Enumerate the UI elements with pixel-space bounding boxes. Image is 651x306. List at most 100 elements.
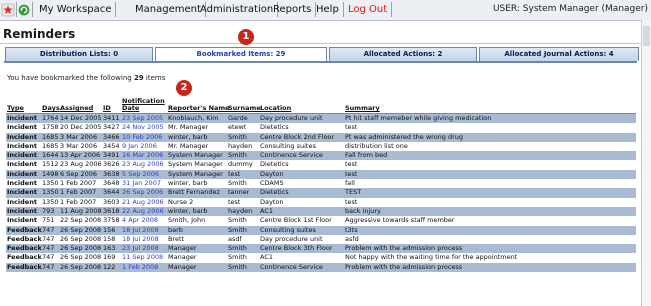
cell-days: 1512 <box>42 160 59 169</box>
table-row[interactable]: Feedback 747 26 Sep 2008 156 18 Jul 2008 barb… <box>6 225 636 235</box>
cell-notification-date[interactable]: 26 Sep 2006 <box>122 188 163 197</box>
cell-type: Feedback <box>7 244 42 253</box>
nav-my-workspace[interactable]: My Workspace <box>35 2 117 17</box>
cell-notification-date[interactable]: 4 Apr 2008 <box>122 216 158 225</box>
cell-id: 3411 <box>103 114 120 122</box>
cell-id: 156 <box>103 225 116 234</box>
table-row[interactable]: Feedback 747 26 Sep 2008 163 23 Jul 2008 Mana… <box>6 244 636 254</box>
cell-notification-date[interactable]: 9 Jan 2006 <box>122 142 157 151</box>
cell-notification-date[interactable]: 16 Mar 2006 <box>122 151 163 160</box>
cell-surname: hayden <box>228 206 253 215</box>
cell-id: 3644 <box>103 188 120 197</box>
cell-type: Incident <box>7 160 37 169</box>
cell-notification-date[interactable]: 24 Nov 2005 <box>122 123 164 132</box>
logout-link[interactable]: Log Out <box>344 2 393 17</box>
cell-notification-date[interactable]: 22 Aug 2006 <box>122 207 164 216</box>
col-assigned[interactable]: Assigned <box>60 105 93 112</box>
nav-administration[interactable]: Administration <box>196 2 279 17</box>
col-days[interactable]: Days <box>42 105 60 112</box>
cell-surname: Smith <box>228 244 247 253</box>
cell-notification-date[interactable]: 1 Feb 2008 <box>122 263 158 272</box>
cell-reporter-name: Manager <box>168 244 197 253</box>
vertical-scrollbar[interactable] <box>641 20 651 305</box>
cell-reporter-name: barb <box>168 225 183 234</box>
cell-notification-date[interactable]: 23 Sep 2005 <box>122 114 163 123</box>
cell-surname: tanner <box>228 188 250 197</box>
table-row[interactable]: Incident 1350 1 Feb 2007 3603 21 Aug 2006 Nur… <box>6 198 636 207</box>
cell-days: 747 <box>42 244 55 253</box>
tab-allocated-actions[interactable]: Allocated Actions: 2 <box>329 47 477 61</box>
cell-location: Centre Block 3th Floor <box>260 244 333 253</box>
cell-location: Centre Block 1st Floor <box>260 216 332 225</box>
col-location[interactable]: Location <box>260 105 291 112</box>
cell-notification-date[interactable]: 5 Sep 2006 <box>122 170 159 179</box>
cell-notification-date[interactable]: 23 Jul 2008 <box>122 244 159 253</box>
cell-location: AC1 <box>260 253 274 262</box>
col-type[interactable]: Type <box>7 105 24 112</box>
cell-reporter-name: winter, barb <box>168 206 208 215</box>
cell-notification-date[interactable]: 18 Jul 2008 <box>122 235 159 244</box>
cell-days: 1685 <box>42 132 59 141</box>
cell-notification-date[interactable]: 11 Sep 2008 <box>122 253 163 262</box>
cell-id: 3603 <box>103 197 120 206</box>
cell-summary: Pt hit staff memeber while giving medica… <box>345 114 492 122</box>
table-row[interactable]: Incident 1350 1 Feb 2007 3648 31 Jan 2007 win… <box>6 179 636 188</box>
cell-assigned: 3 Mar 2006 <box>60 132 98 141</box>
user-label: USER: System Manager (Manager) <box>492 4 648 14</box>
col-notification-date[interactable]: Date <box>122 105 139 112</box>
cell-assigned: 13 Apr 2006 <box>60 151 101 160</box>
table-row[interactable]: Incident 751 22 Sep 2008 3758 4 Apr 2008 Smit… <box>6 216 636 225</box>
cell-notification-date[interactable]: 23 Aug 2006 <box>122 160 164 169</box>
table-row[interactable]: Incident 793 11 Aug 2008 3618 22 Aug 2006 win… <box>6 206 636 217</box>
cell-surname: hayden <box>228 141 253 150</box>
table-row[interactable]: Incident 1764 14 Dec 2005 3411 23 Sep 2005 Kn… <box>6 114 636 124</box>
cell-notification-date[interactable]: 31 Jan 2007 <box>122 179 161 188</box>
tab-allocated-journal-actions[interactable]: Allocated Journal Actions: 4 <box>479 47 639 61</box>
cell-location: Continence Service <box>260 151 323 160</box>
cell-type: Incident <box>7 206 37 215</box>
table-row[interactable]: Incident 1758 20 Dec 2005 3427 24 Nov 2005 Mr… <box>6 123 636 132</box>
cell-id: 3454 <box>103 141 120 150</box>
nav-management[interactable]: Management <box>131 2 206 17</box>
cell-days: 1685 <box>42 141 59 150</box>
cell-id: 3626 <box>103 160 120 169</box>
cell-surname: test <box>228 169 241 178</box>
bookmark-star-icon[interactable] <box>1 2 17 17</box>
table-row[interactable]: Incident 1685 3 Mar 2006 3466 10 Feb 2006 win… <box>6 132 636 142</box>
cell-location: Consulting suites <box>260 141 316 150</box>
table-row[interactable]: Feedback 747 26 Sep 2008 158 18 Jul 2008 Bret… <box>6 235 636 244</box>
cell-location: CDAMS <box>260 179 284 188</box>
table-row[interactable]: Incident 1644 13 Apr 2006 3491 16 Mar 2006 Sy… <box>6 151 636 161</box>
table-row[interactable]: Feedback 747 26 Sep 2008 169 11 Sep 2008 Mana… <box>6 253 636 262</box>
nav-reports[interactable]: Reports <box>269 2 317 17</box>
cell-summary: test <box>345 123 358 132</box>
table-row[interactable]: Incident 1350 1 Feb 2007 3644 26 Sep 2006 Bre… <box>6 188 636 198</box>
cell-reporter-name: Mr. Manager <box>168 123 209 132</box>
tab-distribution-lists[interactable]: Distribution Lists: 0 <box>5 47 153 61</box>
cell-summary: distribution list one <box>345 141 408 150</box>
scrollbar-thumb[interactable] <box>643 26 650 46</box>
cell-assigned: 20 Dec 2005 <box>60 123 102 132</box>
cell-id: 3491 <box>103 151 120 160</box>
col-reporter-name[interactable]: Reporter's Name <box>168 105 230 112</box>
cell-summary: Problem with the admission process <box>345 244 463 253</box>
cell-notification-date[interactable]: 18 Jul 2008 <box>122 226 159 235</box>
col-surname[interactable]: Surname <box>228 105 261 112</box>
cell-type: Incident <box>7 141 37 150</box>
cell-notification-date[interactable]: 21 Aug 2006 <box>122 198 164 207</box>
col-summary[interactable]: Summary <box>345 105 380 112</box>
table-row[interactable]: Incident 1498 6 Sep 2006 3638 5 Sep 2006 Syst… <box>6 169 636 180</box>
tab-bookmarked-items[interactable]: Bookmarked Items: 29 <box>155 47 327 61</box>
nav-help[interactable]: Help <box>312 2 344 17</box>
col-id[interactable]: ID <box>103 105 111 112</box>
cell-location: Centre Block 2nd Floor <box>260 132 335 141</box>
cell-assigned: 26 Sep 2008 <box>60 244 102 253</box>
cell-reporter-name: Smith, John <box>168 216 206 225</box>
refresh-icon[interactable] <box>17 2 33 17</box>
cell-location: Day procedure unit <box>260 114 323 122</box>
cell-assigned: 22 Sep 2008 <box>60 216 102 225</box>
table-row[interactable]: Incident 1685 3 Mar 2006 3454 9 Jan 2006 Mr. … <box>6 142 636 151</box>
table-row[interactable]: Feedback 747 26 Sep 2008 122 1 Feb 2008 Manag… <box>6 262 636 273</box>
table-row[interactable]: Incident 1512 23 Aug 2006 3626 23 Aug 2006 Sy… <box>6 160 636 169</box>
cell-notification-date[interactable]: 10 Feb 2006 <box>122 133 162 142</box>
